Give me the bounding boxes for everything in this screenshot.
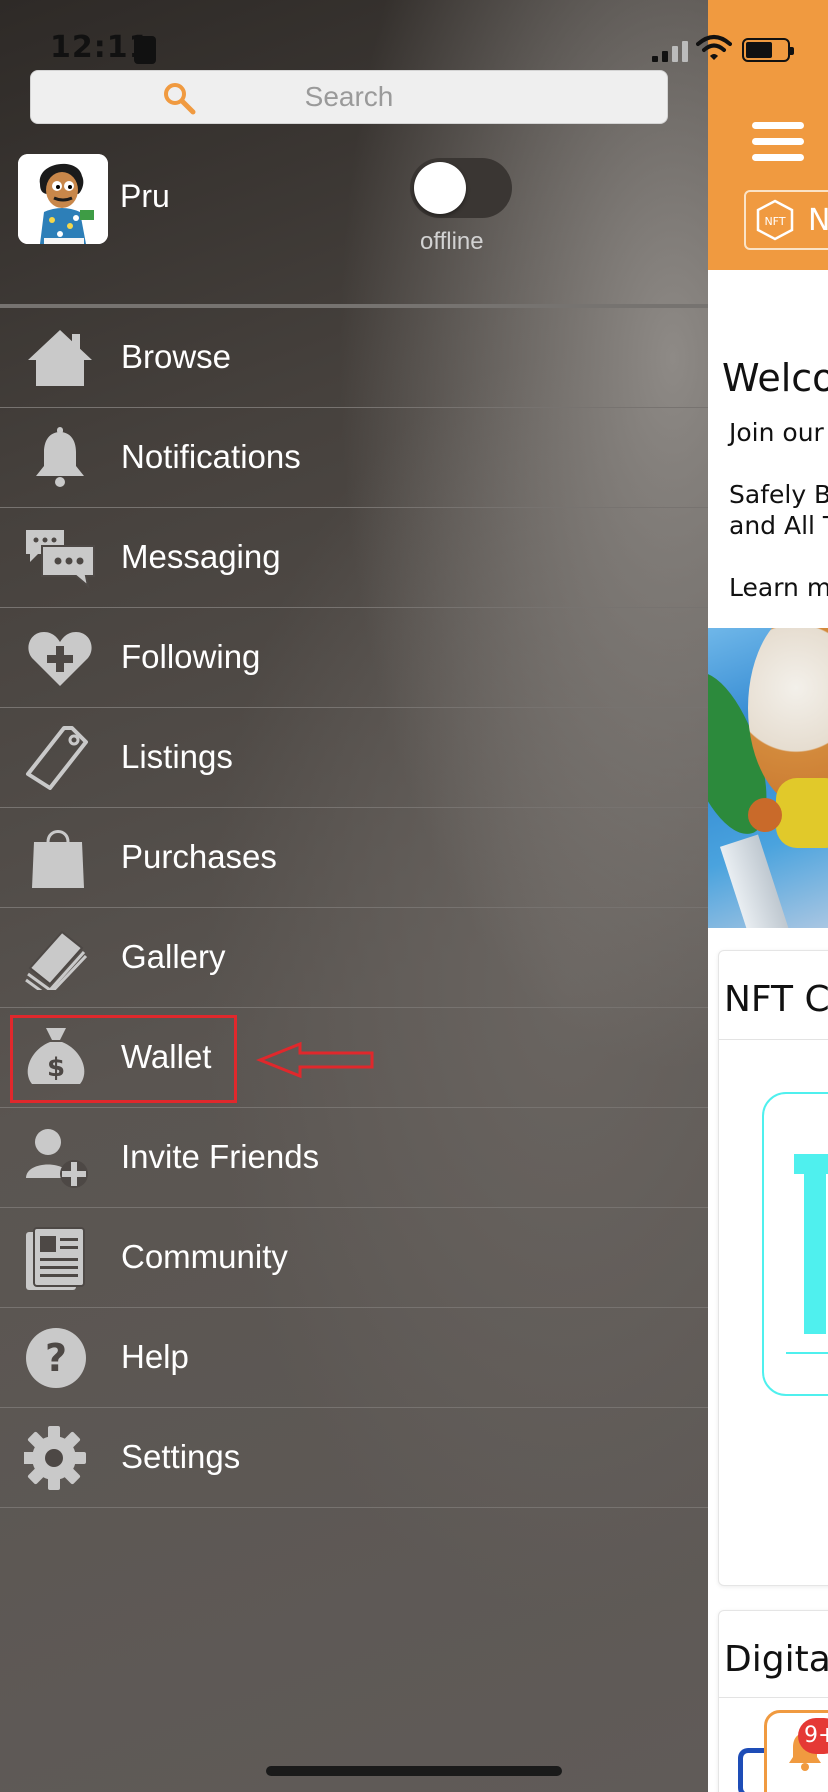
card-stack-icon bbox=[25, 930, 88, 990]
learn-more-link[interactable]: Learn mo bbox=[729, 573, 828, 602]
nft-logo bbox=[762, 1092, 828, 1396]
menu-item-label: Messaging bbox=[121, 538, 281, 575]
svg-text:NFT: NFT bbox=[764, 215, 785, 228]
left-arrow-annotation-icon bbox=[256, 1041, 374, 1079]
wallet-highlight-annotation bbox=[10, 1015, 237, 1103]
hamburger-menu-icon[interactable] bbox=[752, 122, 804, 162]
search-input[interactable] bbox=[31, 71, 667, 123]
nft-card-title: NFT C bbox=[724, 979, 828, 1020]
newspaper-icon bbox=[26, 1227, 85, 1290]
chat-bubbles-icon bbox=[26, 530, 95, 589]
svg-text:?: ? bbox=[45, 1336, 67, 1380]
menu-item-notifications[interactable]: Notifications bbox=[0, 408, 708, 508]
add-user-icon bbox=[26, 1129, 88, 1188]
menu-item-invite-friends[interactable]: Invite Friends bbox=[0, 1108, 708, 1208]
nft-hexagon-icon: NFT bbox=[756, 199, 794, 241]
welcome-line-3: and All T bbox=[729, 511, 828, 540]
nft-filter-chip[interactable]: NFT N bbox=[744, 190, 828, 250]
wifi-icon bbox=[696, 35, 732, 60]
menu-item-following[interactable]: Following bbox=[0, 608, 708, 708]
online-status-toggle[interactable] bbox=[410, 158, 512, 218]
main-content-panel: NFT N Welco Join our Safely B and All T … bbox=[708, 0, 828, 1792]
online-status-label: offline bbox=[420, 228, 484, 255]
username: Pru bbox=[120, 178, 170, 214]
battery-icon bbox=[742, 38, 794, 62]
profile-section: Pru offline bbox=[18, 154, 688, 255]
search-icon bbox=[164, 83, 196, 115]
welcome-title: Welco bbox=[722, 356, 828, 400]
status-bar: 12:11 bbox=[0, 0, 828, 65]
search-bar[interactable] bbox=[30, 70, 668, 124]
home-icon bbox=[28, 330, 92, 386]
card-graphic bbox=[738, 1748, 764, 1792]
gear-icon bbox=[24, 1426, 86, 1490]
menu-item-label: Settings bbox=[121, 1438, 241, 1475]
menu-item-messaging[interactable]: Messaging bbox=[0, 508, 708, 608]
welcome-line-1: Join our bbox=[729, 418, 824, 447]
drawer-menu: Browse Notifications Messaging Following… bbox=[0, 308, 708, 1508]
menu-item-help[interactable]: ? Help bbox=[0, 1308, 708, 1408]
bell-icon bbox=[36, 427, 84, 487]
heart-plus-icon bbox=[28, 632, 92, 686]
menu-item-label: Listings bbox=[121, 738, 233, 775]
orientation-lock-icon bbox=[134, 36, 156, 64]
shopping-bag-icon bbox=[32, 830, 84, 888]
menu-item-label: Browse bbox=[121, 338, 232, 375]
home-indicator[interactable] bbox=[266, 1766, 562, 1776]
nft-chip-label: N bbox=[808, 202, 828, 238]
menu-item-label: Purchases bbox=[121, 838, 277, 875]
cellular-signal-icon bbox=[652, 40, 688, 62]
menu-item-label: Notifications bbox=[121, 438, 301, 475]
tag-icon bbox=[26, 726, 88, 790]
menu-item-label: Community bbox=[121, 1238, 288, 1275]
menu-item-purchases[interactable]: Purchases bbox=[0, 808, 708, 908]
notification-badge: 9+ bbox=[798, 1718, 828, 1754]
menu-item-label: Following bbox=[121, 638, 261, 675]
menu-item-gallery[interactable]: Gallery bbox=[0, 908, 708, 1008]
side-drawer: Pru offline Browse Notifications bbox=[0, 0, 708, 1792]
menu-item-browse[interactable]: Browse bbox=[0, 308, 708, 408]
question-circle-icon: ? bbox=[26, 1328, 86, 1388]
menu-item-label: Invite Friends bbox=[121, 1138, 320, 1175]
avatar[interactable] bbox=[18, 154, 108, 244]
menu-item-label: Help bbox=[121, 1338, 189, 1375]
menu-item-community[interactable]: Community bbox=[0, 1208, 708, 1308]
menu-item-settings[interactable]: Settings bbox=[0, 1408, 708, 1508]
hero-banner-image[interactable] bbox=[708, 628, 828, 928]
welcome-line-2: Safely B bbox=[729, 480, 828, 509]
menu-item-listings[interactable]: Listings bbox=[0, 708, 708, 808]
menu-item-label: Gallery bbox=[121, 938, 226, 975]
cartoon-avatar-image bbox=[18, 154, 108, 244]
digital-card-title: Digita bbox=[724, 1639, 828, 1680]
